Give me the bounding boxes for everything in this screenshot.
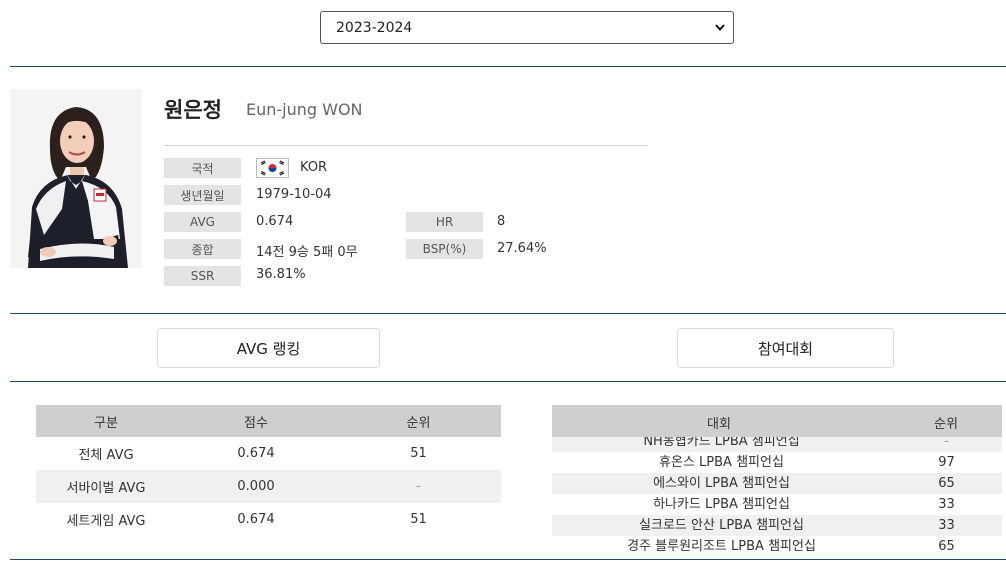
- tournament-rank: 33: [938, 518, 955, 533]
- score-cell: 0.674: [237, 512, 275, 527]
- divider: [10, 313, 1006, 314]
- list-item: 휴온스 LPBA 챔피언십 97: [552, 452, 1002, 473]
- record-value: 14전 9승 5패 0무: [256, 245, 358, 260]
- record-label: 종합: [164, 239, 241, 259]
- tournament-list: NH농협카드 LPBA 챔피언십 - 휴온스 LPBA 챔피언십 97 에스와이…: [552, 431, 1002, 556]
- nationality-label: 국적: [164, 158, 241, 178]
- nationality-value: KOR: [300, 160, 328, 175]
- name-divider: [164, 145, 648, 146]
- column-header-score: 점수: [176, 405, 336, 437]
- tournament-name: 휴온스 LPBA 챔피언십: [659, 455, 784, 470]
- table-row: 전체 AVG 0.674 51: [36, 437, 501, 470]
- list-item: 실크로드 안산 LPBA 챔피언십 33: [552, 515, 1002, 536]
- list-item: 에스와이 LPBA 챔피언십 65: [552, 473, 1002, 494]
- tournament-rank: 65: [938, 476, 955, 491]
- birthdate-value: 1979-10-04: [256, 187, 332, 202]
- player-photo: [10, 89, 142, 268]
- divider: [10, 559, 1006, 560]
- column-header-tournament: 대회: [707, 417, 731, 432]
- list-item: 하나카드 LPBA 챔피언십 33: [552, 494, 1002, 515]
- category-cell: 전체 AVG: [78, 448, 134, 463]
- ssr-label: SSR: [164, 266, 241, 286]
- hr-value: 8: [497, 214, 506, 229]
- list-item: 경주 블루원리조트 LPBA 챔피언십 65: [552, 536, 1002, 556]
- tournament-rank: 33: [938, 497, 955, 512]
- player-name-english: Eun-jung WON: [246, 100, 363, 119]
- column-header-rank: 순위: [934, 417, 958, 432]
- tournament-table[interactable]: NH농협카드 LPBA 챔피언십 - 휴온스 LPBA 챔피언십 97 에스와이…: [552, 405, 1002, 556]
- tab-avg-ranking[interactable]: AVG 랭킹: [157, 328, 380, 368]
- divider: [10, 66, 1006, 67]
- avg-label: AVG: [164, 212, 241, 232]
- tournament-name: 하나카드 LPBA 챔피언십: [653, 497, 790, 512]
- ssr-value: 36.81%: [256, 267, 306, 282]
- score-cell: 0.000: [176, 470, 336, 503]
- category-cell: 서바이벌 AVG: [36, 470, 176, 503]
- divider: [10, 381, 1006, 382]
- player-name-korean: 원은정: [164, 98, 222, 122]
- season-select[interactable]: 2023-2024: [320, 11, 734, 44]
- avg-value: 0.674: [256, 214, 294, 229]
- category-cell: 세트게임 AVG: [66, 514, 146, 529]
- column-header-category: 구분: [36, 405, 176, 437]
- birthdate-label: 생년월일: [164, 185, 241, 205]
- tournament-name: 에스와이 LPBA 챔피언십: [653, 476, 790, 491]
- korea-flag-icon: [256, 158, 289, 178]
- avg-ranking-table: 구분 점수 순위 전체 AVG 0.674 51 서바이벌 AVG 0.000 …: [36, 405, 501, 536]
- tournament-name: 실크로드 안산 LPBA 챔피언십: [639, 518, 804, 533]
- rank-cell: -: [336, 470, 501, 503]
- score-cell: 0.674: [237, 446, 275, 461]
- bsp-value: 27.64%: [497, 241, 547, 256]
- tournament-rank: 65: [938, 539, 955, 554]
- tab-tournaments[interactable]: 참여대회: [677, 328, 894, 368]
- rank-cell: 51: [410, 512, 427, 527]
- tournament-rank: 97: [938, 455, 955, 470]
- tournament-table-header: 대회 순위: [552, 405, 1002, 437]
- rank-cell: 51: [410, 446, 427, 461]
- chevron-down-icon: [715, 24, 725, 32]
- hr-label: HR: [406, 212, 483, 232]
- table-row: 서바이벌 AVG 0.000 -: [36, 470, 501, 503]
- table-header-row: 구분 점수 순위: [36, 405, 501, 437]
- season-select-value: 2023-2024: [336, 19, 413, 36]
- column-header-rank: 순위: [336, 405, 501, 437]
- bsp-label: BSP(%): [406, 239, 483, 259]
- table-row: 세트게임 AVG 0.674 51: [36, 503, 501, 536]
- tournament-name: 경주 블루원리조트 LPBA 챔피언십: [627, 539, 816, 554]
